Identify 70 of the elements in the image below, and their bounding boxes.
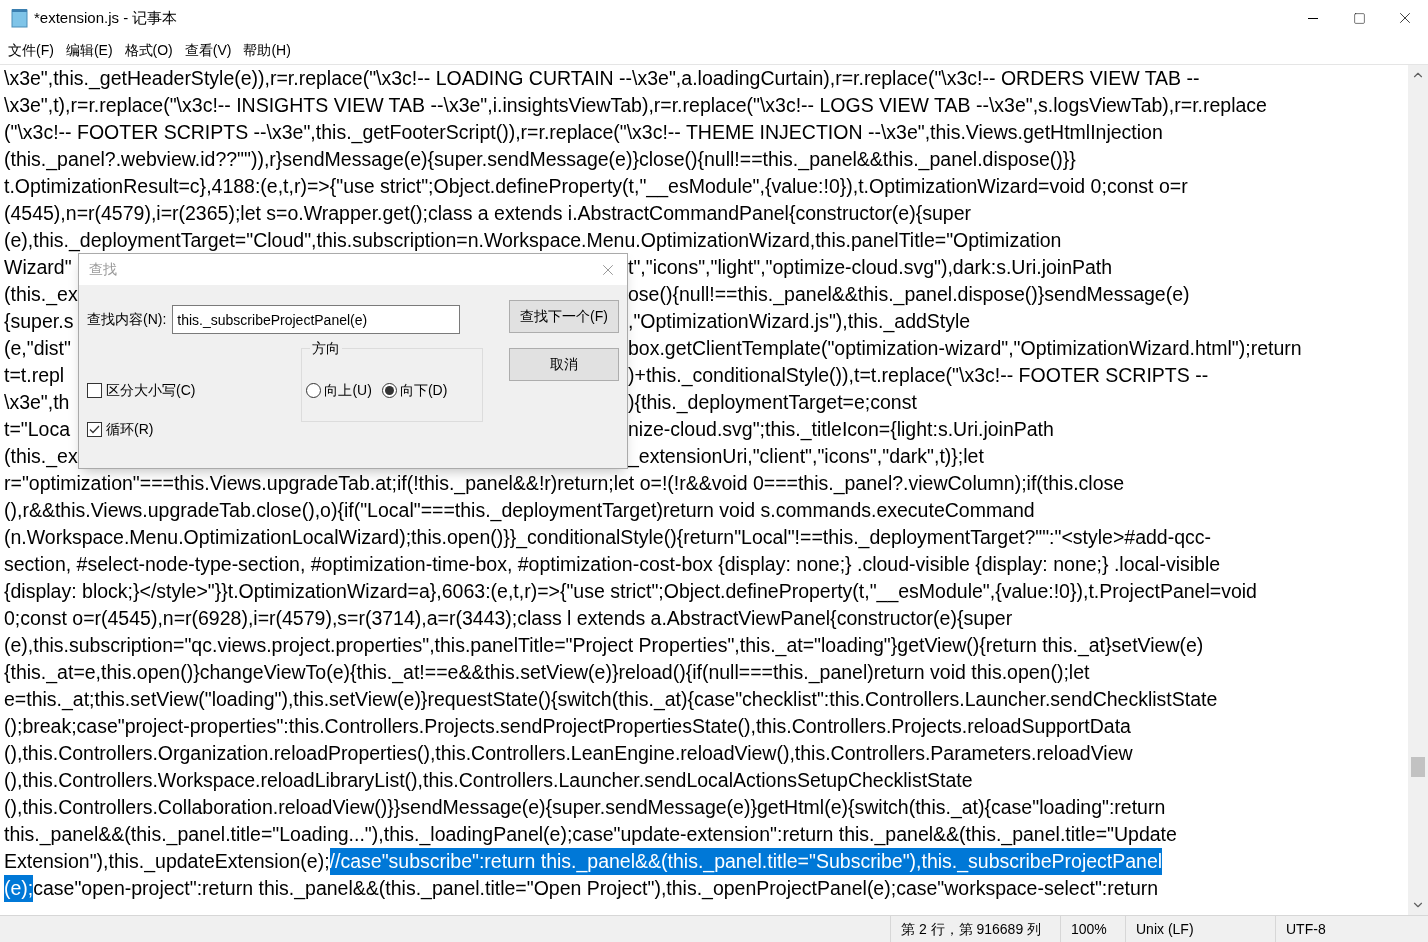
code-line: (),r&&this.Views.upgradeTab.close(),o){if("Local"===this._deploymentTarget)return void s.commands.executeCommand (4, 498, 1035, 524)
code-line: (e,"dist" (4, 337, 71, 359)
code-line: {display: block;}</style>"}}t.OptimizationWizard=a},6063:(e,t,r)=>{"use strict";Object.defineProperty(t,"__esModule",{value:!0}),t.ProjectPanel=void (4, 579, 1257, 605)
checkbox-label: 循环(R) (106, 420, 154, 439)
selected-text: (e); (4, 875, 34, 902)
code-line: t="Loca (4, 418, 70, 440)
find-input[interactable]: this._subscribeProjectPanel(e) (172, 305, 461, 334)
checkbox-label: 区分大小写(C) (106, 381, 196, 400)
code-line: (this._ex (4, 445, 78, 467)
code-line: t=t.repl (4, 364, 65, 386)
vertical-scrollbar[interactable] (1408, 65, 1428, 915)
code-line: {this._at=e,this.open()}changeViewTo(e){this._at!==e&&this.setView(e)}reload(){if(null===this._panel)return void this.open();let (4, 660, 1090, 686)
radio-button[interactable] (381, 382, 397, 398)
zoom-level: 100% (1060, 916, 1125, 942)
window-title: *extension.js - 记事本 (34, 7, 178, 28)
radio-button[interactable] (306, 382, 322, 398)
notepad-icon (11, 8, 29, 28)
menu-item[interactable]: 格式(O) (118, 39, 179, 61)
code-line: (e),this.subscription="qc.views.project.properties",this.panelTitle="Project Properties",this._at="loading"}getView(){return this._at}setView(e) (4, 633, 1204, 659)
cursor-position: 第 2 行，第 916689 列 (890, 916, 1060, 942)
find-next-button[interactable]: 查找下一个(F) (509, 300, 619, 333)
code-line: (this._ex (4, 283, 78, 305)
code-line: ){this._deploymentTarget=e;const (628, 390, 917, 416)
menu-item[interactable]: 文件(F) (2, 39, 60, 61)
maximize-icon (1352, 11, 1366, 25)
code-line: _extensionUri,"client","icons","dark",t)};let (628, 444, 984, 470)
menu-item[interactable]: 查看(V) (178, 39, 238, 61)
code-line: (this._panel?.webview.id??"")),r}sendMessage(e){super.sendMessage(e)}close(){null!==this._panel&&this._panel.dispose()}} (4, 147, 1076, 173)
code-line: ("\x3c!-- FOOTER SCRIPTS --\x3e",this._getFooterScript()),r=r.replace("\x3c!-- THEME INJECTION --\x3e",this.Views.getHtmlInjection (4, 120, 1163, 146)
menu-item[interactable]: 编辑(E) (59, 39, 119, 61)
code-line: t.OptimizationResult=c},4188:(e,t,r)=>{"use strict";Object.defineProperty(t,"__esModule",{value:!0}),t.OptimizationWizard=void 0;const o=r (4, 174, 1188, 200)
code-line: 0;const o=r(4545),n=r(6928),i=r(4579),s=r(3714),a=r(3443);class l extends a.AbstractViewPanel{constructor(e){super (4, 606, 1013, 631)
cancel-button[interactable]: 取消 (509, 348, 619, 381)
code-line: \x3e",t),r=r.replace("\x3c!-- INSIGHTS VIEW TAB --\x3e",i.insightsViewTab),r=r.replace("\x3c!-- LOGS VIEW TAB --\x3e",s.logsViewTab),r=r.replace (4, 93, 1267, 118)
code-line: (),this.Controllers.Organization.reloadProperties(),this.Controllers.LeanEngine.reloadView(),this.Controllers.Parameters.reloadView (4, 741, 1133, 766)
find-label: 查找内容(N): (87, 310, 167, 329)
code-line: box.getClientTemplate("optimization-wizard","OptimizationWizard.html");return (628, 336, 1302, 361)
code-line: section, #select-node-type-section, #optimization-time-box, #optimization-cost-box {display: none;} .cloud-visible {display: none;} .local-visible (4, 552, 1221, 577)
checkbox[interactable] (87, 383, 102, 398)
code-line: Extension"),this._updateExtension(e); (4, 849, 330, 875)
code-line: \x3e",th (4, 391, 70, 413)
dialog-title: 查找 (89, 260, 117, 279)
menu-item[interactable]: 帮助(H) (237, 39, 297, 61)
code-line: {super.s (4, 310, 74, 332)
code-line: (4545),n=r(4579),i=r(2365);let s=o.Wrapper.get();class a extends i.AbstractCommandPanel{constructor(e){super (4, 201, 971, 226)
radio-label: 向下(D) (399, 380, 448, 400)
code-line: nize-cloud.svg";this._titleIcon={light:s.Uri.joinPath (628, 417, 1054, 443)
code-line: this._panel&&(this._panel.title="Loading..."),this._loadingPanel(e);case"update-extension":return this._panel&&(this._panel.title="Update (4, 822, 1177, 848)
radio-label: 向上(U) (324, 380, 372, 400)
code-line: (n.Workspace.Menu.OptimizationLocalWizard);this.open()}}_conditionalStyle(){return"Local"!==this._deploymentTarget?"":"<style>#add-qcc- (4, 525, 1212, 551)
scroll-thumb[interactable] (1411, 757, 1425, 777)
code-line: ();break;case"project-properties":this.Controllers.Projects.sendProjectPropertiesState(),this.Controllers.Projects.reloadSupportData (4, 714, 1131, 739)
code-line: ,"OptimizationWizard.js"),this._addStyle (628, 309, 971, 335)
selected-text: //case"subscribe":return this._panel&&(this._panel.title="Subscribe"),this._subscribeProjectPanel (329, 848, 1163, 875)
check-icon (89, 425, 100, 434)
code-line: Wizard" (4, 256, 72, 278)
code-line: \x3e",this._getHeaderStyle(e)),r=r.replace("\x3c!-- LOADING CURTAIN --\x3e",a.loadingCurtain),r=r.replace("\x3c!-- ORDERS VIEW TAB -- (4, 66, 1200, 92)
checkbox[interactable] (87, 422, 102, 437)
code-line: (),this.Controllers.Collaboration.reloadView()}}sendMessage(e){super.sendMessage(e)}getHtml(e){switch(this._at){case"loading":return (4, 795, 1166, 821)
code-line: ose(){null!==this._panel&&this._panel.dispose()}sendMessage(e) (628, 282, 1190, 308)
code-line: )+this._conditionalStyle()),t=t.replace("\x3c!-- FOOTER SCRIPTS -- (628, 363, 1209, 389)
code-line: t","icons","light","optimize-cloud.svg"),dark:s.Uri.joinPath (628, 255, 1113, 280)
code-line: r="optimization"===this.Views.upgradeTab.at;if(!this._panel&&!r)return;let o=!(!r&&void 0===this._panel?.viewColumn);if(this.close (4, 471, 1125, 497)
code-line: (e),this._deploymentTarget="Cloud",this.subscription=n.Workspace.Menu.OptimizationWizard,this.panelTitle="Optimization (4, 228, 1062, 254)
line-ending: Unix (LF) (1125, 916, 1275, 942)
code-line: case"open-project":return this._panel&&(this._panel.title="Open Project"),this._openProjectPanel(e);case"workspace-select":return (33, 876, 1159, 902)
code-line: (),this.Controllers.Workspace.reloadLibraryList(),this.Controllers.Launcher.sendLocalActionsSetupChecklistState (4, 768, 973, 793)
encoding: UTF-8 (1275, 916, 1428, 942)
minimize-icon (1308, 17, 1318, 19)
code-line: e=this._at;this.setView("loading"),this.setView(e)}requestState(){switch(this._at){case"checklist":this.Controllers.Launcher.sendChecklistState (4, 687, 1218, 713)
